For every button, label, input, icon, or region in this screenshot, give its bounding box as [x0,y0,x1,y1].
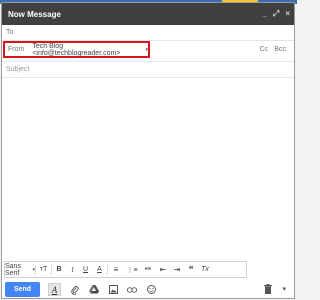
bcc-link[interactable]: Bcc [274,46,286,53]
emoji-icon[interactable] [146,285,156,295]
window-title: Now Message [8,9,61,19]
more-options-icon[interactable]: ▾ [282,285,286,293]
font-family-label: Sans Serif [5,262,21,277]
minimize-icon[interactable]: _ [262,9,266,18]
send-button[interactable]: Send [5,282,40,297]
compose-titlebar[interactable]: Now Message _ ⤢ × [2,3,294,25]
to-field[interactable]: To [2,25,294,41]
remove-format-icon[interactable]: Tx [198,262,212,277]
font-family-select[interactable]: Sans Serif ▾ [5,262,35,277]
cc-link[interactable]: Cc [259,46,268,53]
attach-file-icon[interactable] [70,285,80,295]
from-selector[interactable]: From Tech Blog <info@techblogreader.com>… [3,41,150,58]
compose-actions: Send A ▾ [2,281,294,298]
google-drive-icon[interactable] [89,285,99,295]
trash-icon[interactable] [264,284,272,296]
to-label: To [6,29,14,36]
message-body[interactable] [2,78,294,256]
numbered-list-icon[interactable]: ⋮≡ [124,262,140,277]
popout-icon[interactable]: ⤢ [273,9,279,18]
from-row: From Tech Blog <info@techblogreader.com>… [2,40,294,62]
indent-more-icon[interactable]: ⇥ [170,262,184,277]
subject-placeholder: Subject [6,66,30,73]
chevron-down-icon: ▾ [145,46,148,53]
from-value: Tech Blog <info@techblogreader.com> [32,42,121,57]
insert-photo-icon[interactable] [108,285,118,295]
bold-icon[interactable]: B [52,262,66,277]
text-color-icon[interactable]: A [92,262,107,277]
indent-less-icon[interactable]: ⇤ [156,262,170,277]
quote-icon[interactable]: ❝ [184,262,198,277]
window-controls: _ ⤢ × [262,9,290,18]
from-label: From [8,46,25,53]
italic-icon[interactable]: I [66,262,79,277]
compose-window: Now Message _ ⤢ × To From Tech Blog <inf… [1,2,295,299]
bulleted-list-icon[interactable]: •≡ [140,262,156,277]
font-size-icon[interactable]: ᴛT [36,262,51,277]
align-icon[interactable]: ≡ [108,262,124,277]
formatting-options-icon[interactable]: A [48,283,61,296]
underline-icon[interactable]: U [79,262,92,277]
formatting-toolbar: Sans Serif ▾ ᴛT B I U A ≡ ⋮≡ •≡ ⇤ ⇥ ❝ Tx [4,261,247,278]
close-icon[interactable]: × [285,9,290,18]
subject-field[interactable]: Subject [2,61,294,78]
insert-link-icon[interactable] [127,285,137,295]
